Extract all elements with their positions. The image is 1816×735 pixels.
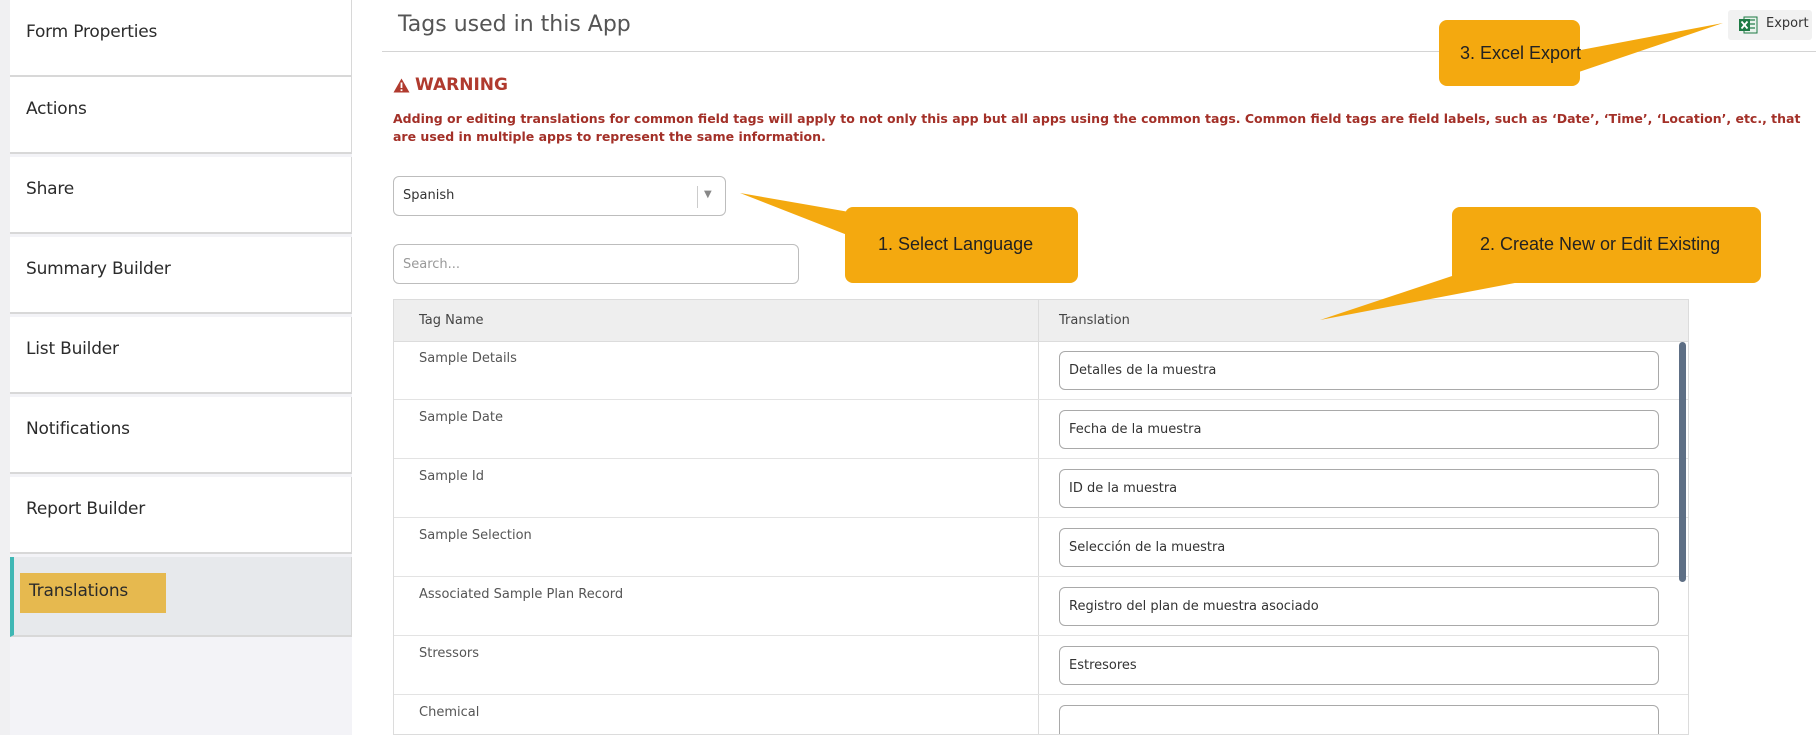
callout-text: 1. Select Language (878, 234, 1034, 254)
callout-text: 2. Create New or Edit Existing (1480, 234, 1721, 254)
callout-create-edit: 2. Create New or Edit Existing (1452, 207, 1761, 283)
callout-select-language: 1. Select Language (845, 207, 1078, 283)
callout-arrow-select-language (740, 193, 855, 238)
callout-excel-export: 3. Excel Export (1439, 20, 1582, 86)
callout-arrows (740, 23, 1723, 320)
callout-text: 3. Excel Export (1460, 43, 1582, 63)
callout-arrow-excel-export (1570, 23, 1723, 75)
